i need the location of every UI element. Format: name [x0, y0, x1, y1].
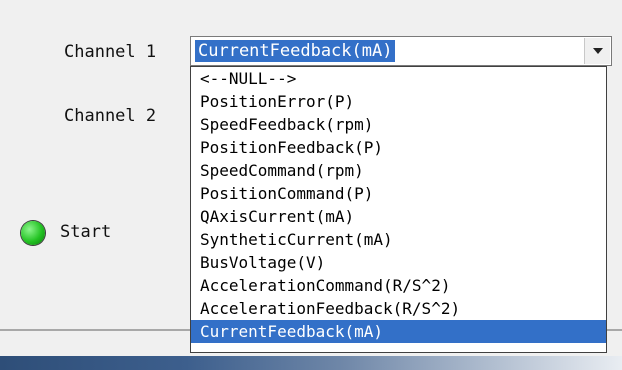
dropdown-option[interactable]: SpeedCommand(rpm) — [191, 159, 606, 182]
dropdown-option[interactable]: AccelerationCommand(R/S^2) — [191, 274, 606, 297]
channel-1-dropdown-list[interactable]: <--NULL--> PositionError(P) SpeedFeedbac… — [190, 66, 607, 353]
dropdown-option[interactable]: SpeedFeedback(rpm) — [191, 113, 606, 136]
dropdown-option[interactable]: BusVoltage(V) — [191, 251, 606, 274]
channel-2-label: Channel 2 — [64, 106, 157, 126]
channel-1-dropdown-button[interactable] — [584, 38, 610, 64]
chevron-down-icon — [593, 48, 603, 54]
dropdown-option-selected[interactable]: CurrentFeedback(mA) — [191, 320, 606, 343]
dropdown-option[interactable]: AccelerationFeedback(R/S^2) — [191, 297, 606, 320]
dropdown-option[interactable]: PositionFeedback(P) — [191, 136, 606, 159]
dropdown-option[interactable]: QAxisCurrent(mA) — [191, 205, 606, 228]
bottom-strip — [0, 356, 622, 370]
channel-settings-panel: Channel 1 CurrentFeedback(mA) Channel 2 … — [0, 0, 622, 370]
dropdown-option[interactable]: SyntheticCurrent(mA) — [191, 228, 606, 251]
start-label: Start — [60, 222, 112, 242]
channel-1-label: Channel 1 — [64, 42, 157, 62]
dropdown-option[interactable]: PositionError(P) — [191, 90, 606, 113]
status-led-icon — [21, 221, 45, 245]
dropdown-option[interactable]: PositionCommand(P) — [191, 182, 606, 205]
channel-1-selected-value: CurrentFeedback(mA) — [195, 40, 396, 62]
dropdown-option[interactable]: <--NULL--> — [191, 67, 606, 90]
channel-1-select[interactable]: CurrentFeedback(mA) — [190, 36, 612, 66]
